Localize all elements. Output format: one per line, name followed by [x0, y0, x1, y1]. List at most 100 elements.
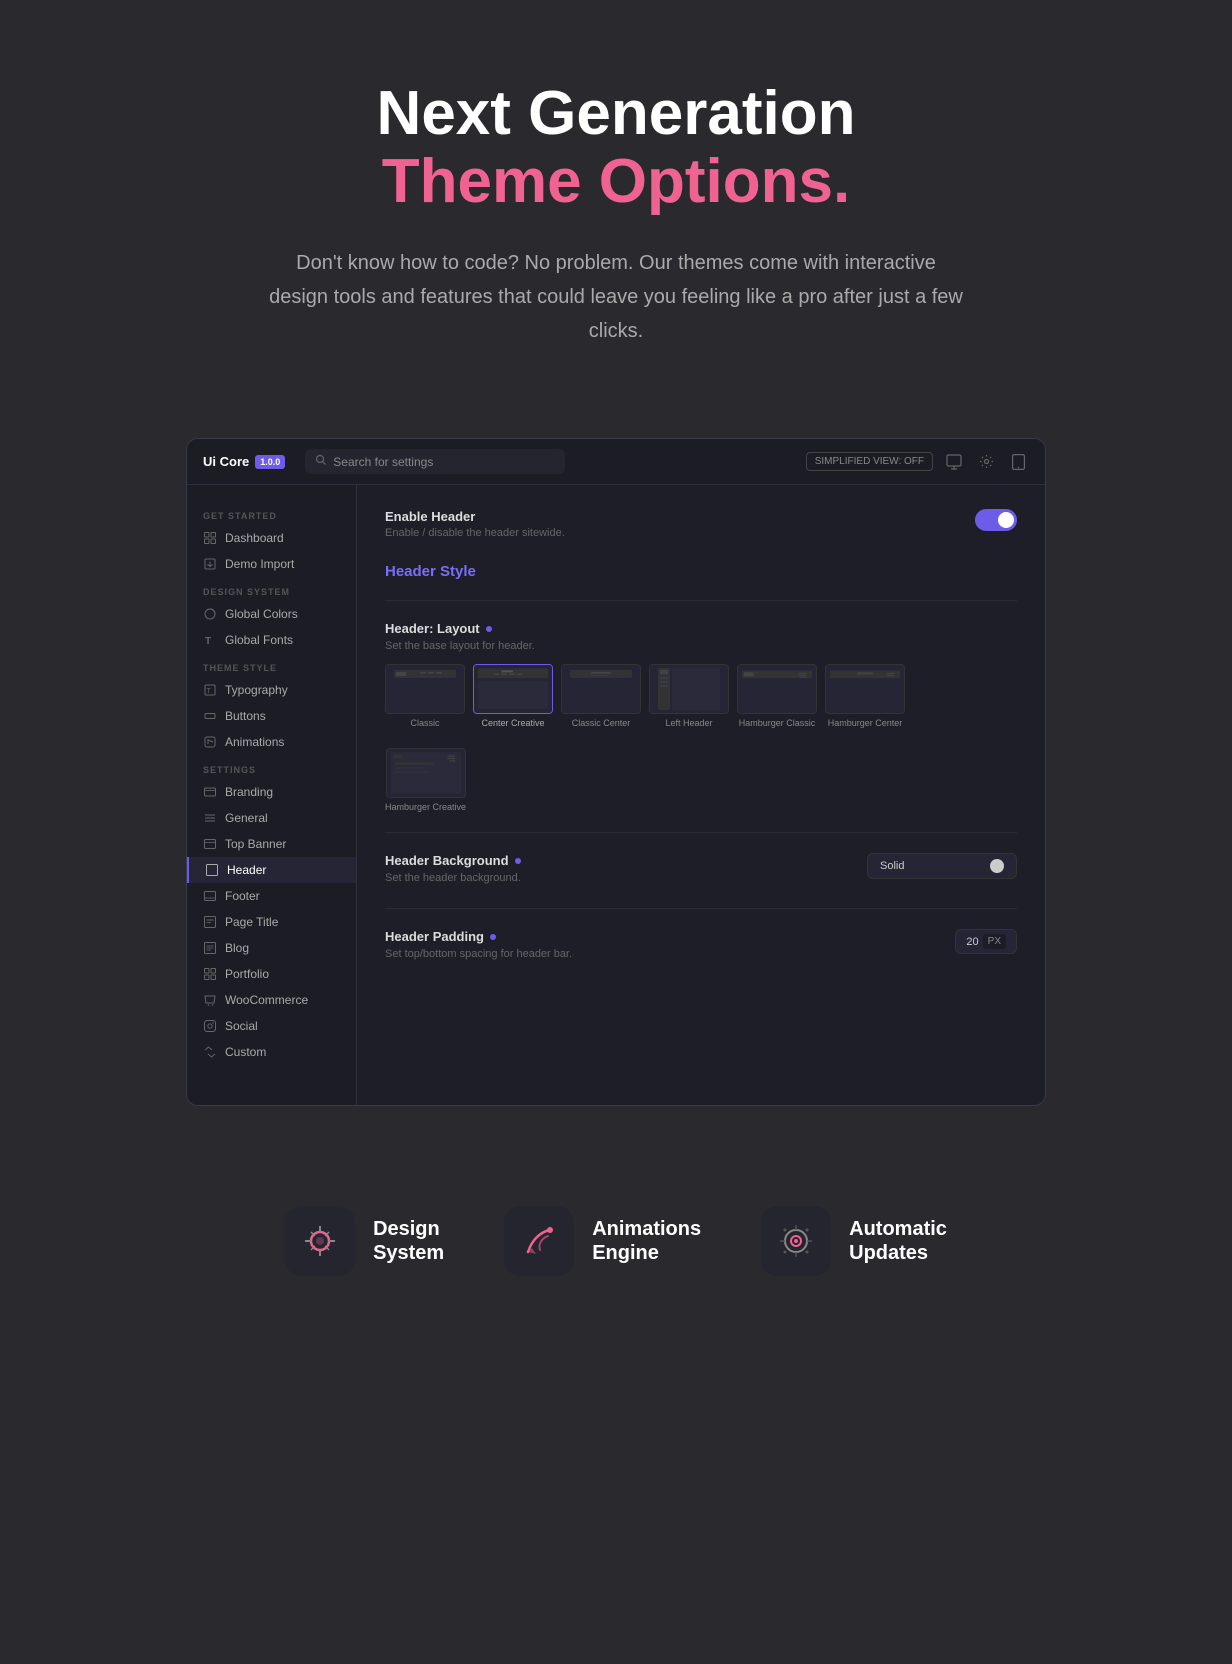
sidebar-item-branding[interactable]: Branding: [187, 779, 356, 805]
layout-option-hamburger-creative[interactable]: Hamburger Creative: [385, 748, 466, 812]
top-banner-icon: [203, 837, 217, 851]
animations-engine-text: Animations Engine: [592, 1217, 701, 1265]
layout-thumb-hamburger-creative[interactable]: [386, 748, 466, 798]
sidebar-item-demo-import[interactable]: Demo Import: [187, 551, 356, 577]
sidebar-item-portfolio-label: Portfolio: [225, 967, 269, 981]
svg-text:T: T: [207, 688, 212, 695]
sidebar-item-dashboard-label: Dashboard: [225, 531, 284, 545]
sidebar-item-buttons[interactable]: Buttons: [187, 703, 356, 729]
sidebar-item-demo-import-label: Demo Import: [225, 557, 294, 571]
sidebar-item-custom[interactable]: Custom: [187, 1039, 356, 1065]
typography-icon: T: [203, 683, 217, 697]
blog-icon: [203, 941, 217, 955]
enable-header-label: Enable Header: [385, 509, 565, 524]
page-title-icon: [203, 915, 217, 929]
layout-thumb-left-header[interactable]: [649, 664, 729, 714]
layout-hamburger-classic-label: Hamburger Classic: [739, 718, 816, 728]
feature-design-system: Design System: [285, 1206, 444, 1276]
section-divider-3: [385, 908, 1017, 909]
sidebar-item-dashboard[interactable]: Dashboard: [187, 525, 356, 551]
header-background-select[interactable]: Solid: [867, 853, 1017, 879]
sidebar-item-typography-label: Typography: [225, 683, 288, 697]
design-system-title: Design System: [373, 1217, 444, 1265]
section-divider-1: [385, 600, 1017, 601]
enable-header-toggle[interactable]: [975, 509, 1017, 531]
features-section: Design System Animations Engine: [0, 1166, 1232, 1336]
branding-icon: [203, 785, 217, 799]
sidebar-item-woocommerce-label: WooCommerce: [225, 993, 308, 1007]
dashboard-icon: [203, 531, 217, 545]
simplified-view-button[interactable]: SIMPLIFIED VIEW: OFF: [806, 452, 933, 471]
automatic-updates-icon-box: [761, 1206, 831, 1276]
footer-icon: [203, 889, 217, 903]
header-style-heading: Header Style: [385, 563, 1017, 580]
layout-option-left-header[interactable]: Left Header: [649, 664, 729, 728]
portfolio-icon: [203, 967, 217, 981]
layout-thumb-hamburger-center[interactable]: [825, 664, 905, 714]
sidebar-item-portfolio[interactable]: Portfolio: [187, 961, 356, 987]
sidebar-item-general-label: General: [225, 811, 268, 825]
sidebar-item-footer-label: Footer: [225, 889, 260, 903]
automatic-updates-text: Automatic Updates: [849, 1217, 947, 1265]
settings-icon[interactable]: [975, 451, 997, 473]
sidebar-item-page-title[interactable]: Page Title: [187, 909, 356, 935]
sidebar-item-typography[interactable]: T Typography: [187, 677, 356, 703]
logo-text: Ui Core: [203, 454, 249, 469]
design-system-text: Design System: [373, 1217, 444, 1265]
tablet-icon[interactable]: [1007, 451, 1029, 473]
sidebar-item-header[interactable]: Header: [187, 857, 356, 883]
layout-thumb-classic[interactable]: [385, 664, 465, 714]
sidebar-item-top-banner[interactable]: Top Banner: [187, 831, 356, 857]
layout-option-hamburger-center[interactable]: Hamburger Center: [825, 664, 905, 728]
app-body: GET STARTED Dashboard Demo Import DESIGN…: [187, 485, 1045, 1105]
layout-option-classic-center[interactable]: Classic Center: [561, 664, 641, 728]
logo-version: 1.0.0: [255, 455, 285, 469]
layout-hamburger-creative-label: Hamburger Creative: [385, 802, 466, 812]
app-screenshot: Ui Core 1.0.0 Search for settings SIMPLI…: [186, 438, 1046, 1106]
sidebar-item-animations[interactable]: Animations: [187, 729, 356, 755]
sidebar-item-header-label: Header: [227, 863, 266, 877]
monitor-icon[interactable]: [943, 451, 965, 473]
bg-indicator-dot: [515, 858, 521, 864]
sidebar: GET STARTED Dashboard Demo Import DESIGN…: [187, 485, 357, 1105]
animations-icon: [203, 735, 217, 749]
search-bar[interactable]: Search for settings: [305, 449, 565, 474]
sidebar-item-global-fonts[interactable]: T Global Fonts: [187, 627, 356, 653]
sidebar-item-woocommerce[interactable]: WooCommerce: [187, 987, 356, 1013]
header-padding-row: Header Padding Set top/bottom spacing fo…: [385, 929, 1017, 960]
main-content: Enable Header Enable / disable the heade…: [357, 485, 1045, 1105]
layout-options-row2: Hamburger Creative: [385, 748, 1017, 812]
layout-left-header-label: Left Header: [665, 718, 712, 728]
section-divider-2: [385, 832, 1017, 833]
layout-option-classic[interactable]: Classic: [385, 664, 465, 728]
enable-header-desc: Enable / disable the header sitewide.: [385, 527, 565, 539]
sidebar-item-blog-label: Blog: [225, 941, 249, 955]
header-background-label: Header Background: [385, 853, 521, 868]
sidebar-item-blog[interactable]: Blog: [187, 935, 356, 961]
sidebar-item-general[interactable]: General: [187, 805, 356, 831]
layout-thumb-hamburger-classic[interactable]: [737, 664, 817, 714]
sidebar-item-social[interactable]: Social: [187, 1013, 356, 1039]
global-fonts-icon: T: [203, 633, 217, 647]
header-layout-desc: Set the base layout for header.: [385, 640, 1017, 652]
sidebar-item-custom-label: Custom: [225, 1045, 266, 1059]
layout-option-center-creative[interactable]: Center Creative: [473, 664, 553, 728]
layout-thumb-classic-center[interactable]: [561, 664, 641, 714]
automatic-updates-title: Automatic Updates: [849, 1217, 947, 1265]
layout-option-hamburger-classic[interactable]: Hamburger Classic: [737, 664, 817, 728]
sidebar-item-global-colors[interactable]: Global Colors: [187, 601, 356, 627]
sidebar-item-footer[interactable]: Footer: [187, 883, 356, 909]
feature-automatic-updates: Automatic Updates: [761, 1206, 947, 1276]
header-padding-control[interactable]: 20 PX: [955, 929, 1017, 954]
feature-animations-engine: Animations Engine: [504, 1206, 701, 1276]
sidebar-item-animations-label: Animations: [225, 735, 284, 749]
hero-section: Next Generation Theme Options. Don't kno…: [0, 0, 1232, 398]
social-icon: [203, 1019, 217, 1033]
layout-classic-center-label: Classic Center: [572, 718, 631, 728]
header-layout-label: Header: Layout: [385, 621, 1017, 636]
layout-thumb-center-creative[interactable]: [473, 664, 553, 714]
sidebar-section-get-started: GET STARTED: [187, 501, 356, 525]
header-background-desc: Set the header background.: [385, 872, 521, 884]
demo-import-icon: [203, 557, 217, 571]
design-system-icon-box: [285, 1206, 355, 1276]
